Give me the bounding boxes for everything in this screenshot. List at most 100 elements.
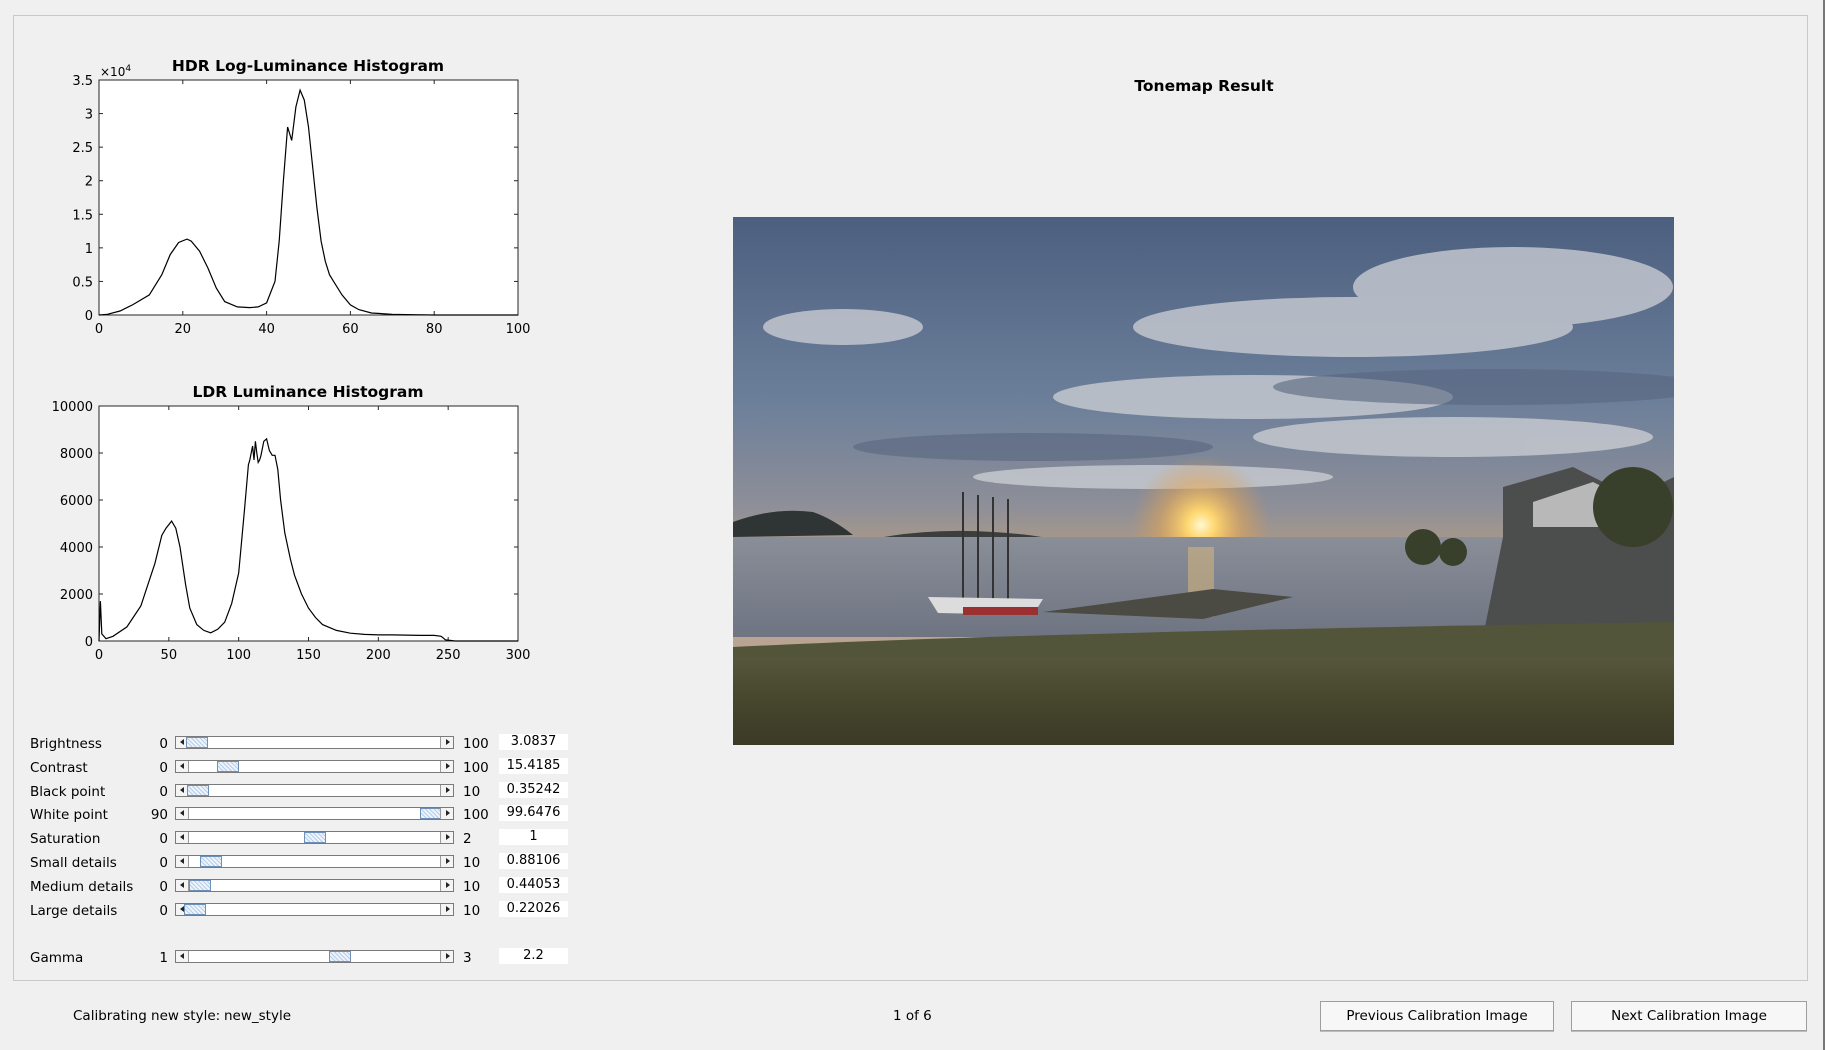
large-details-min-label: 0 [159, 902, 168, 919]
medium-details-slider-thumb[interactable] [189, 879, 212, 891]
black-point-value-field[interactable]: 0.35242 [499, 781, 568, 798]
large-details-slider[interactable] [175, 902, 454, 916]
white-point-max-label: 100 [463, 807, 489, 824]
black-point-slider-trough[interactable] [186, 784, 440, 796]
black-point-slider[interactable] [175, 783, 454, 797]
gamma-max-label: 3 [463, 950, 472, 966]
saturation-max-label: 2 [463, 831, 472, 848]
brightness-slider-trough[interactable] [185, 737, 440, 748]
ldr-y-tick-label: 2000 [60, 588, 93, 603]
slider-right-arrow-icon[interactable] [440, 903, 453, 915]
medium-details-slider-trough[interactable] [189, 879, 440, 891]
hdr-y-tick-label: 1.5 [72, 208, 93, 223]
slider-left-arrow-icon[interactable] [176, 951, 189, 962]
small-details-slider-trough[interactable] [189, 856, 440, 867]
ldr-x-tick-label: 250 [436, 648, 461, 663]
slider-left-arrow-icon[interactable] [176, 856, 189, 867]
hdr-x-tick-label: 80 [426, 322, 443, 337]
page-indicator: 1 of 6 [893, 1008, 932, 1024]
slider-left-arrow-icon[interactable] [176, 879, 189, 891]
brightness-min-label: 0 [159, 736, 168, 752]
gamma-slider-trough[interactable] [189, 951, 440, 962]
small-details-slider-row: Small details 0 10 0.88106 [0, 852, 580, 876]
small-details-min-label: 0 [159, 855, 168, 871]
black-point-max-label: 10 [463, 783, 481, 800]
gamma-slider-thumb[interactable] [328, 951, 351, 962]
ldr-axes-box [98, 405, 519, 642]
white-point-slider[interactable] [175, 807, 454, 821]
large-details-slider-trough[interactable] [183, 903, 440, 915]
brightness-value-field[interactable]: 3.0837 [499, 734, 568, 750]
ldr-x-tick-label: 50 [161, 648, 178, 663]
gamma-value-field[interactable]: 2.2 [499, 948, 568, 964]
medium-details-label: Medium details [30, 878, 134, 895]
large-details-value-field[interactable]: 0.22026 [499, 900, 568, 917]
white-point-label: White point [30, 807, 108, 824]
white-point-slider-row: White point 90 100 99.6476 [0, 804, 580, 828]
hdr-axes-box [98, 79, 519, 316]
hdr-y-tick-label: 0 [85, 309, 93, 324]
medium-details-value-field[interactable]: 0.44053 [499, 876, 568, 893]
large-details-slider-thumb[interactable] [183, 903, 206, 915]
contrast-slider-row: Contrast 0 100 15.4185 [0, 757, 580, 781]
gamma-label: Gamma [30, 950, 84, 966]
slider-left-arrow-icon[interactable] [176, 832, 189, 844]
saturation-slider[interactable] [175, 831, 454, 845]
gamma-min-label: 1 [159, 950, 168, 966]
saturation-label: Saturation [30, 831, 101, 848]
white-point-slider-trough[interactable] [189, 808, 443, 820]
slider-right-arrow-icon[interactable] [440, 737, 453, 748]
saturation-slider-thumb[interactable] [303, 832, 326, 844]
contrast-max-label: 100 [463, 759, 489, 776]
hdr-histogram-plot: 0 20 40 60 80 100 0 0.5 1 1.5 2 2.5 3 3.5 [72, 74, 531, 337]
small-details-value-field[interactable]: 0.88106 [499, 853, 568, 869]
slider-left-arrow-icon[interactable] [176, 760, 189, 772]
ldr-x-tick-label: 200 [366, 648, 391, 663]
hdr-x-tick-label: 100 [506, 322, 531, 337]
medium-details-min-label: 0 [159, 878, 168, 895]
ldr-y-tick-label: 10000 [52, 400, 93, 415]
medium-details-slider[interactable] [175, 878, 454, 892]
ldr-y-tick-label: 6000 [60, 494, 93, 509]
previous-calibration-image-button[interactable]: Previous Calibration Image [1320, 1001, 1554, 1031]
white-point-min-label: 90 [150, 807, 168, 824]
medium-details-slider-row: Medium details 0 10 0.44053 [0, 876, 580, 900]
saturation-value-field[interactable]: 1 [499, 829, 568, 846]
small-details-slider[interactable] [175, 855, 454, 868]
contrast-label: Contrast [30, 759, 88, 776]
contrast-slider-thumb[interactable] [216, 760, 239, 772]
ldr-y-tick-label: 4000 [60, 541, 93, 556]
white-point-value-field[interactable]: 99.6476 [499, 805, 568, 822]
saturation-slider-trough[interactable] [189, 832, 440, 844]
hdr-y-tick-label: 2 [85, 175, 93, 190]
hdr-y-tick-label: 3.5 [72, 74, 93, 89]
white-point-slider-thumb[interactable] [420, 808, 443, 820]
brightness-slider-row: Brightness 0 100 3.0837 [0, 733, 580, 757]
hdr-x-tick-label: 60 [342, 322, 359, 337]
slider-right-arrow-icon[interactable] [440, 879, 453, 891]
slider-left-arrow-icon[interactable] [176, 808, 189, 820]
large-details-label: Large details [30, 902, 118, 919]
brightness-slider-thumb[interactable] [185, 737, 208, 748]
saturation-min-label: 0 [159, 831, 168, 848]
slider-right-arrow-icon[interactable] [440, 856, 453, 867]
brightness-slider[interactable] [175, 736, 454, 749]
slider-right-arrow-icon[interactable] [440, 784, 453, 796]
ldr-histogram-title: LDR Luminance Histogram [192, 383, 424, 401]
contrast-slider-trough[interactable] [189, 760, 440, 772]
gamma-slider[interactable] [175, 950, 454, 963]
small-details-label: Small details [30, 855, 117, 871]
hdr-y-tick-label: 1 [85, 242, 93, 257]
black-point-slider-row: Black point 0 10 0.35242 [0, 781, 580, 805]
small-details-slider-thumb[interactable] [200, 856, 223, 867]
hdr-x-tick-label: 0 [95, 322, 103, 337]
slider-right-arrow-icon[interactable] [440, 760, 453, 772]
contrast-value-field[interactable]: 15.4185 [499, 757, 568, 774]
slider-right-arrow-icon[interactable] [440, 951, 453, 962]
slider-right-arrow-icon[interactable] [440, 832, 453, 844]
slider-right-arrow-icon[interactable] [440, 808, 453, 820]
black-point-min-label: 0 [159, 783, 168, 800]
black-point-slider-thumb[interactable] [186, 784, 209, 796]
next-calibration-image-button[interactable]: Next Calibration Image [1571, 1001, 1807, 1031]
contrast-slider[interactable] [175, 759, 454, 773]
